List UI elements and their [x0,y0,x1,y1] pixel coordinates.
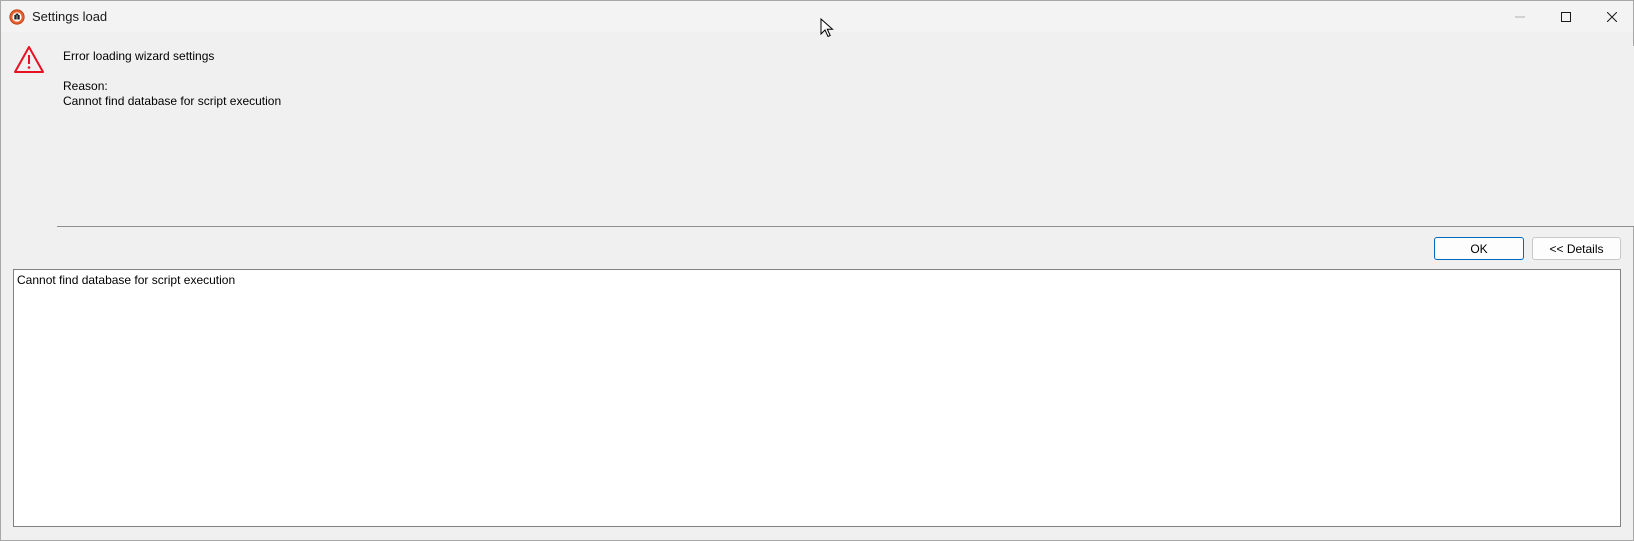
minimize-button[interactable] [1497,1,1543,32]
close-icon [1607,11,1617,22]
ok-button[interactable]: OK [1434,237,1524,260]
maximize-button[interactable] [1543,1,1589,32]
details-text: Cannot find database for script executio… [17,273,236,287]
window-title: Settings load [32,9,108,24]
settings-load-dialog: Settings load Error loading wizard setti… [0,0,1634,541]
title-bar[interactable]: Settings load [1,1,1633,32]
minimize-icon [1515,16,1525,17]
error-message-text: Error loading wizard settings Reason: Ca… [63,49,282,108]
warning-icon [14,46,44,73]
close-button[interactable] [1589,1,1634,32]
details-button[interactable]: << Details [1532,237,1621,260]
details-textbox[interactable]: Cannot find database for script executio… [13,269,1621,527]
maximize-icon [1561,11,1571,22]
mouse-cursor-icon [820,18,834,38]
message-panel[interactable]: Error loading wizard settings Reason: Ca… [57,46,1634,227]
app-icon [9,9,25,25]
